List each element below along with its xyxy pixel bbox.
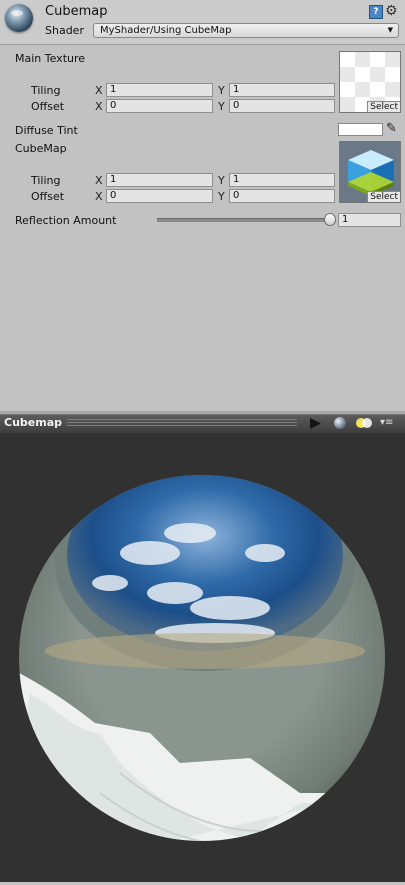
cubemap-offset-y-field[interactable]: 0 — [229, 189, 335, 203]
main-texture-tiling-label: Tiling — [31, 84, 61, 97]
light-icon[interactable] — [355, 416, 373, 430]
shader-dropdown-value: MyShader/Using CubeMap — [100, 25, 232, 36]
cubemap-offset-x-field[interactable]: 0 — [106, 189, 213, 203]
diffuse-tint-label: Diffuse Tint — [15, 124, 78, 137]
preview-title: Cubemap — [4, 416, 62, 429]
main-texture-offset-y-field[interactable]: 0 — [229, 99, 335, 113]
cubemap-offset-label: Offset — [31, 190, 65, 203]
cubemap-tiling-y-field[interactable]: 1 — [229, 173, 335, 187]
reflective-sphere — [19, 475, 385, 841]
reflection-amount-field[interactable]: 1 — [338, 213, 401, 227]
gear-icon[interactable]: ⚙ — [385, 3, 398, 19]
eyedropper-icon[interactable]: ✎ — [386, 121, 397, 136]
cubemap-tiling-label: Tiling — [31, 174, 61, 187]
main-texture-label: Main Texture — [15, 52, 86, 65]
cubemap-offset-x-label: X — [95, 190, 103, 203]
main-texture-offset-y-label: Y — [218, 100, 225, 113]
chevron-down-icon: ▼ — [387, 26, 393, 34]
play-icon[interactable] — [304, 416, 326, 431]
preview-sphere-icon[interactable] — [334, 417, 346, 429]
preview-viewport[interactable] — [0, 433, 405, 882]
main-texture-offset-label: Offset — [31, 100, 65, 113]
cubemap-slot[interactable]: Select — [339, 141, 401, 203]
main-texture-offset-x-label: X — [95, 100, 103, 113]
material-title: Cubemap — [45, 4, 108, 19]
main-texture-tiling-x-field[interactable]: 1 — [106, 83, 213, 97]
main-texture-select-button[interactable]: Select — [367, 101, 400, 112]
drag-handle[interactable] — [67, 419, 297, 427]
main-texture-tiling-x-label: X — [95, 84, 103, 97]
diffuse-tint-color-field[interactable] — [338, 123, 383, 136]
main-texture-offset-x-field[interactable]: 0 — [106, 99, 213, 113]
menu-icon[interactable]: ▾≡ — [380, 417, 393, 428]
help-icon[interactable]: ? — [369, 5, 383, 19]
main-texture-tiling-y-label: Y — [218, 84, 225, 97]
main-texture-tiling-y-field[interactable]: 1 — [229, 83, 335, 97]
shader-label: Shader — [45, 24, 84, 37]
cubemap-tiling-x-label: X — [95, 174, 103, 187]
shader-dropdown[interactable]: MyShader/Using CubeMap ▼ — [93, 23, 399, 38]
reflection-slider-thumb[interactable] — [324, 213, 336, 226]
cubemap-tiling-x-field[interactable]: 1 — [106, 173, 213, 187]
cubemap-tiling-y-label: Y — [218, 174, 225, 187]
main-texture-slot[interactable]: Select — [339, 51, 401, 113]
reflection-amount-label: Reflection Amount — [15, 214, 117, 227]
cubemap-select-button[interactable]: Select — [367, 191, 400, 202]
cubemap-offset-y-label: Y — [218, 190, 225, 203]
material-icon — [5, 4, 33, 32]
cubemap-label: CubeMap — [15, 142, 67, 155]
reflection-slider-track[interactable] — [157, 218, 333, 222]
